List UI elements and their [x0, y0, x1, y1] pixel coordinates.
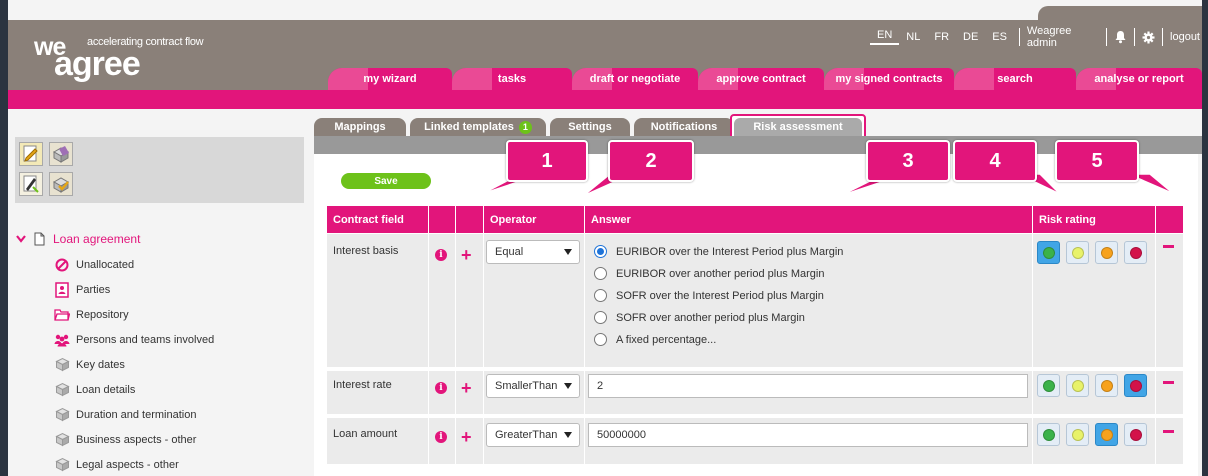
column-divider — [1155, 371, 1156, 414]
document-icon — [34, 232, 45, 246]
field-label: Interest basis — [333, 245, 399, 257]
answer-option[interactable]: EURIBOR over the Interest Period plus Ma… — [594, 245, 843, 258]
chevron-down-icon[interactable] — [14, 235, 28, 243]
caret-down-icon — [564, 432, 572, 438]
answer-option[interactable]: EURIBOR over another period plus Margin — [594, 267, 824, 280]
column-divider — [428, 418, 429, 464]
risk-medium-button[interactable] — [1095, 374, 1118, 397]
column-divider — [584, 418, 585, 464]
column-divider — [483, 418, 484, 464]
answer-option[interactable]: A fixed percentage... — [594, 333, 716, 346]
risk-low-button[interactable] — [1037, 374, 1060, 397]
header-risk-rating: Risk rating — [1033, 206, 1155, 233]
add-condition-icon[interactable]: + — [461, 428, 472, 446]
add-condition-icon[interactable]: + — [461, 379, 472, 397]
column-divider — [584, 371, 585, 414]
column-divider — [483, 234, 484, 367]
risk-minor-button[interactable] — [1066, 423, 1089, 446]
caret-down-icon — [564, 383, 572, 389]
column-divider — [1155, 234, 1156, 367]
column-divider — [428, 234, 429, 367]
folder-icon — [54, 307, 70, 323]
contact-card-icon — [54, 281, 70, 298]
weagree-app: we accelerating contract flow agree EN N… — [8, 0, 1202, 476]
tree-root-label: Loan agreement — [53, 232, 141, 246]
risk-high-button[interactable] — [1124, 374, 1147, 397]
risk-minor-button[interactable] — [1066, 374, 1089, 397]
tree-item-loan-details[interactable]: Loan details — [14, 377, 304, 402]
callout-2: 2 — [608, 140, 694, 182]
risk-medium-button[interactable] — [1095, 241, 1118, 264]
callout-3: 3 — [866, 140, 950, 182]
cube-icon — [54, 457, 70, 473]
answer-option[interactable]: SOFR over another period plus Margin — [594, 311, 805, 324]
risk-minor-button[interactable] — [1066, 241, 1089, 264]
tree-item-legal-aspects[interactable]: Legal aspects - other — [14, 452, 304, 476]
add-condition-icon[interactable]: + — [461, 246, 472, 264]
tree-item-key-dates[interactable]: Key dates — [14, 352, 304, 377]
column-divider — [483, 371, 484, 414]
risk-low-button[interactable] — [1037, 241, 1060, 264]
tree-item-business-aspects[interactable]: Business aspects - other — [14, 427, 304, 452]
header-add-column — [456, 206, 483, 233]
radio-button[interactable] — [594, 267, 607, 280]
radio-button[interactable] — [594, 245, 607, 258]
field-label: Interest rate — [333, 379, 392, 391]
radio-button[interactable] — [594, 289, 607, 302]
risk-high-button[interactable] — [1124, 241, 1147, 264]
remove-condition-icon[interactable] — [1163, 245, 1174, 248]
operator-select[interactable]: Equal — [486, 240, 580, 264]
answer-input[interactable]: 2 — [588, 374, 1028, 398]
info-icon[interactable]: i — [435, 431, 447, 443]
tree-root-loan-agreement[interactable]: Loan agreement — [14, 230, 304, 248]
remove-condition-icon[interactable] — [1163, 381, 1174, 384]
radio-button[interactable] — [594, 311, 607, 324]
column-divider — [428, 371, 429, 414]
tree-item-parties[interactable]: Parties — [14, 277, 304, 302]
cube-icon — [54, 407, 70, 423]
column-divider — [1032, 418, 1033, 464]
tree-item-unallocated[interactable]: Unallocated — [14, 252, 304, 277]
info-icon[interactable]: i — [435, 382, 447, 394]
header-answer: Answer — [585, 206, 1032, 233]
people-icon — [54, 332, 70, 348]
header-operator: Operator — [484, 206, 584, 233]
cube-icon — [54, 432, 70, 448]
remove-condition-icon[interactable] — [1163, 430, 1174, 433]
column-divider — [1155, 418, 1156, 464]
answer-option[interactable]: SOFR over the Interest Period plus Margi… — [594, 289, 824, 302]
column-divider — [1032, 371, 1033, 414]
callout-5: 5 — [1055, 140, 1139, 182]
contract-tree: Loan agreement Unallocated Parties Repos… — [14, 230, 304, 476]
risk-low-button[interactable] — [1037, 423, 1060, 446]
operator-select[interactable]: SmallerThan — [486, 374, 580, 398]
no-entry-icon — [54, 257, 70, 273]
callout-4: 4 — [953, 140, 1037, 182]
column-divider — [455, 234, 456, 367]
callout-1: 1 — [506, 140, 588, 182]
risk-medium-button[interactable] — [1095, 423, 1118, 446]
info-icon[interactable]: i — [435, 249, 447, 261]
column-divider — [455, 371, 456, 414]
header-info-column — [429, 206, 455, 233]
risk-high-button[interactable] — [1124, 423, 1147, 446]
tree-item-repository[interactable]: Repository — [14, 302, 304, 327]
tree-item-duration-and-termination[interactable]: Duration and termination — [14, 402, 304, 427]
column-divider — [455, 418, 456, 464]
column-divider — [1032, 234, 1033, 367]
header-remove-column — [1156, 206, 1183, 233]
caret-down-icon — [564, 249, 572, 255]
cube-icon — [54, 357, 70, 373]
header-contract-field: Contract field — [327, 206, 428, 233]
cube-icon — [54, 382, 70, 398]
operator-select[interactable]: GreaterThan — [486, 423, 580, 447]
answer-input[interactable]: 50000000 — [588, 423, 1028, 447]
column-divider — [584, 234, 585, 367]
field-label: Loan amount — [333, 428, 398, 440]
radio-button[interactable] — [594, 333, 607, 346]
tree-item-persons-and-teams[interactable]: Persons and teams involved — [14, 327, 304, 352]
